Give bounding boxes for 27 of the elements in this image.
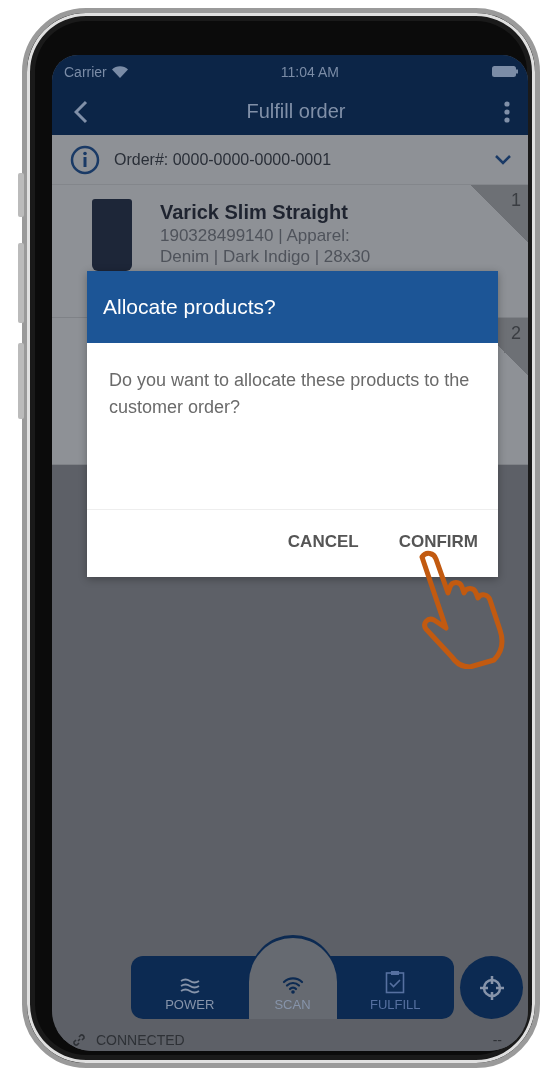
order-number: Order#: 0000-0000-0000-0001	[114, 150, 333, 169]
link-icon	[72, 1033, 86, 1047]
clock-time: 11:04 AM	[280, 63, 339, 80]
more-icon	[504, 100, 510, 123]
nav-tab[interactable]: POWER	[131, 956, 249, 1019]
crosshair-icon	[477, 973, 506, 1002]
more-menu-button[interactable]	[504, 100, 510, 123]
battery-icon	[492, 66, 518, 77]
product-details: 190328499140 | Apparel: Denim | Dark Indigo | 28x30	[160, 225, 372, 267]
dialog-title: Allocate products?	[103, 295, 276, 319]
dialog-button[interactable]: CONFIRM	[392, 525, 484, 558]
clipboard-check-icon	[385, 970, 406, 994]
wifi-icon	[281, 976, 304, 994]
photo-placeholder	[92, 199, 132, 271]
chevron-icon	[494, 154, 512, 165]
info-icon	[70, 144, 100, 175]
expand-button[interactable]	[494, 154, 512, 165]
waves-icon	[179, 978, 200, 994]
connection-reading: --	[492, 1032, 502, 1048]
dialog-message: Do you want to allocate these products to the customer order?	[108, 369, 471, 419]
product-name: Varick Slim Straight	[160, 200, 349, 225]
dialog-button[interactable]: CANCEL	[281, 525, 365, 558]
wifi-icon	[111, 65, 128, 78]
back-icon	[74, 99, 88, 124]
carrier-label: Carrier	[64, 63, 107, 80]
back-button[interactable]	[74, 99, 88, 124]
screen-title: Fulfill order	[246, 100, 346, 123]
